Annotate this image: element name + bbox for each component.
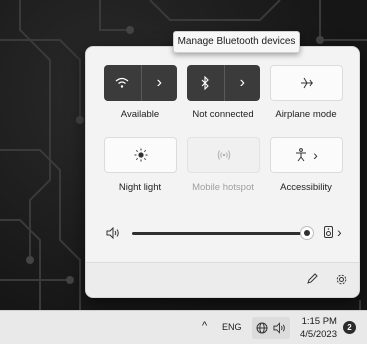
mobile-hotspot-tile (187, 137, 260, 173)
show-hidden-icons-button[interactable]: ^ (202, 320, 207, 332)
airplane-icon (300, 77, 313, 89)
accessibility-label: Accessibility (280, 182, 332, 193)
pencil-icon[interactable] (306, 273, 318, 285)
audio-output-button[interactable]: › (324, 224, 342, 240)
gear-icon[interactable] (335, 273, 348, 286)
night-light-tile[interactable] (104, 137, 177, 173)
speaker-icon[interactable] (106, 227, 120, 239)
quick-settings-panel: › Available › Not connected Airplane mod… (85, 46, 360, 298)
chevron-right-icon: › (156, 74, 162, 91)
globe-icon (256, 322, 268, 334)
clock-date: 4/5/2023 (300, 329, 337, 340)
chevron-right-icon: › (313, 147, 318, 163)
wifi-label: Available (120, 109, 160, 120)
clock[interactable]: 1:15 PM 4/5/2023 (300, 315, 337, 341)
hotspot-icon (217, 150, 230, 160)
quick-settings-footer (86, 262, 359, 297)
wifi-icon (115, 77, 129, 88)
notification-badge[interactable]: 2 (343, 321, 356, 334)
volume-slider-thumb[interactable] (300, 226, 315, 240)
wifi-toggle[interactable] (104, 65, 141, 101)
wifi-tile[interactable]: › (104, 65, 177, 101)
chevron-right-icon: › (239, 74, 245, 91)
night-light-label: Night light (118, 182, 162, 193)
taskbar: ^ ENG 1:15 PM 4/5/2023 2 (0, 310, 367, 344)
bluetooth-label: Not connected (192, 109, 254, 120)
bluetooth-toggle[interactable] (187, 65, 224, 101)
wifi-expand-button[interactable]: › (140, 65, 178, 101)
bluetooth-icon (201, 76, 210, 90)
mobile-hotspot-label: Mobile hotspot (192, 182, 254, 193)
audio-output-icon (324, 226, 333, 238)
brightness-icon (134, 148, 147, 162)
network-volume-tray-group[interactable] (252, 317, 290, 339)
bluetooth-expand-button[interactable]: › (223, 65, 261, 101)
clock-time: 1:15 PM (301, 316, 337, 327)
airplane-mode-tile[interactable] (270, 65, 343, 101)
volume-slider-track[interactable] (132, 232, 311, 235)
bluetooth-tooltip: Manage Bluetooth devices (173, 31, 300, 53)
bluetooth-tile[interactable]: › (187, 65, 260, 101)
language-indicator[interactable]: ENG (222, 322, 242, 332)
airplane-mode-label: Airplane mode (275, 109, 337, 120)
chevron-right-icon: › (337, 224, 342, 240)
accessibility-tile[interactable]: › (270, 137, 343, 173)
speaker-icon (273, 322, 285, 334)
accessibility-icon (296, 148, 307, 162)
volume-row: › (106, 223, 351, 243)
